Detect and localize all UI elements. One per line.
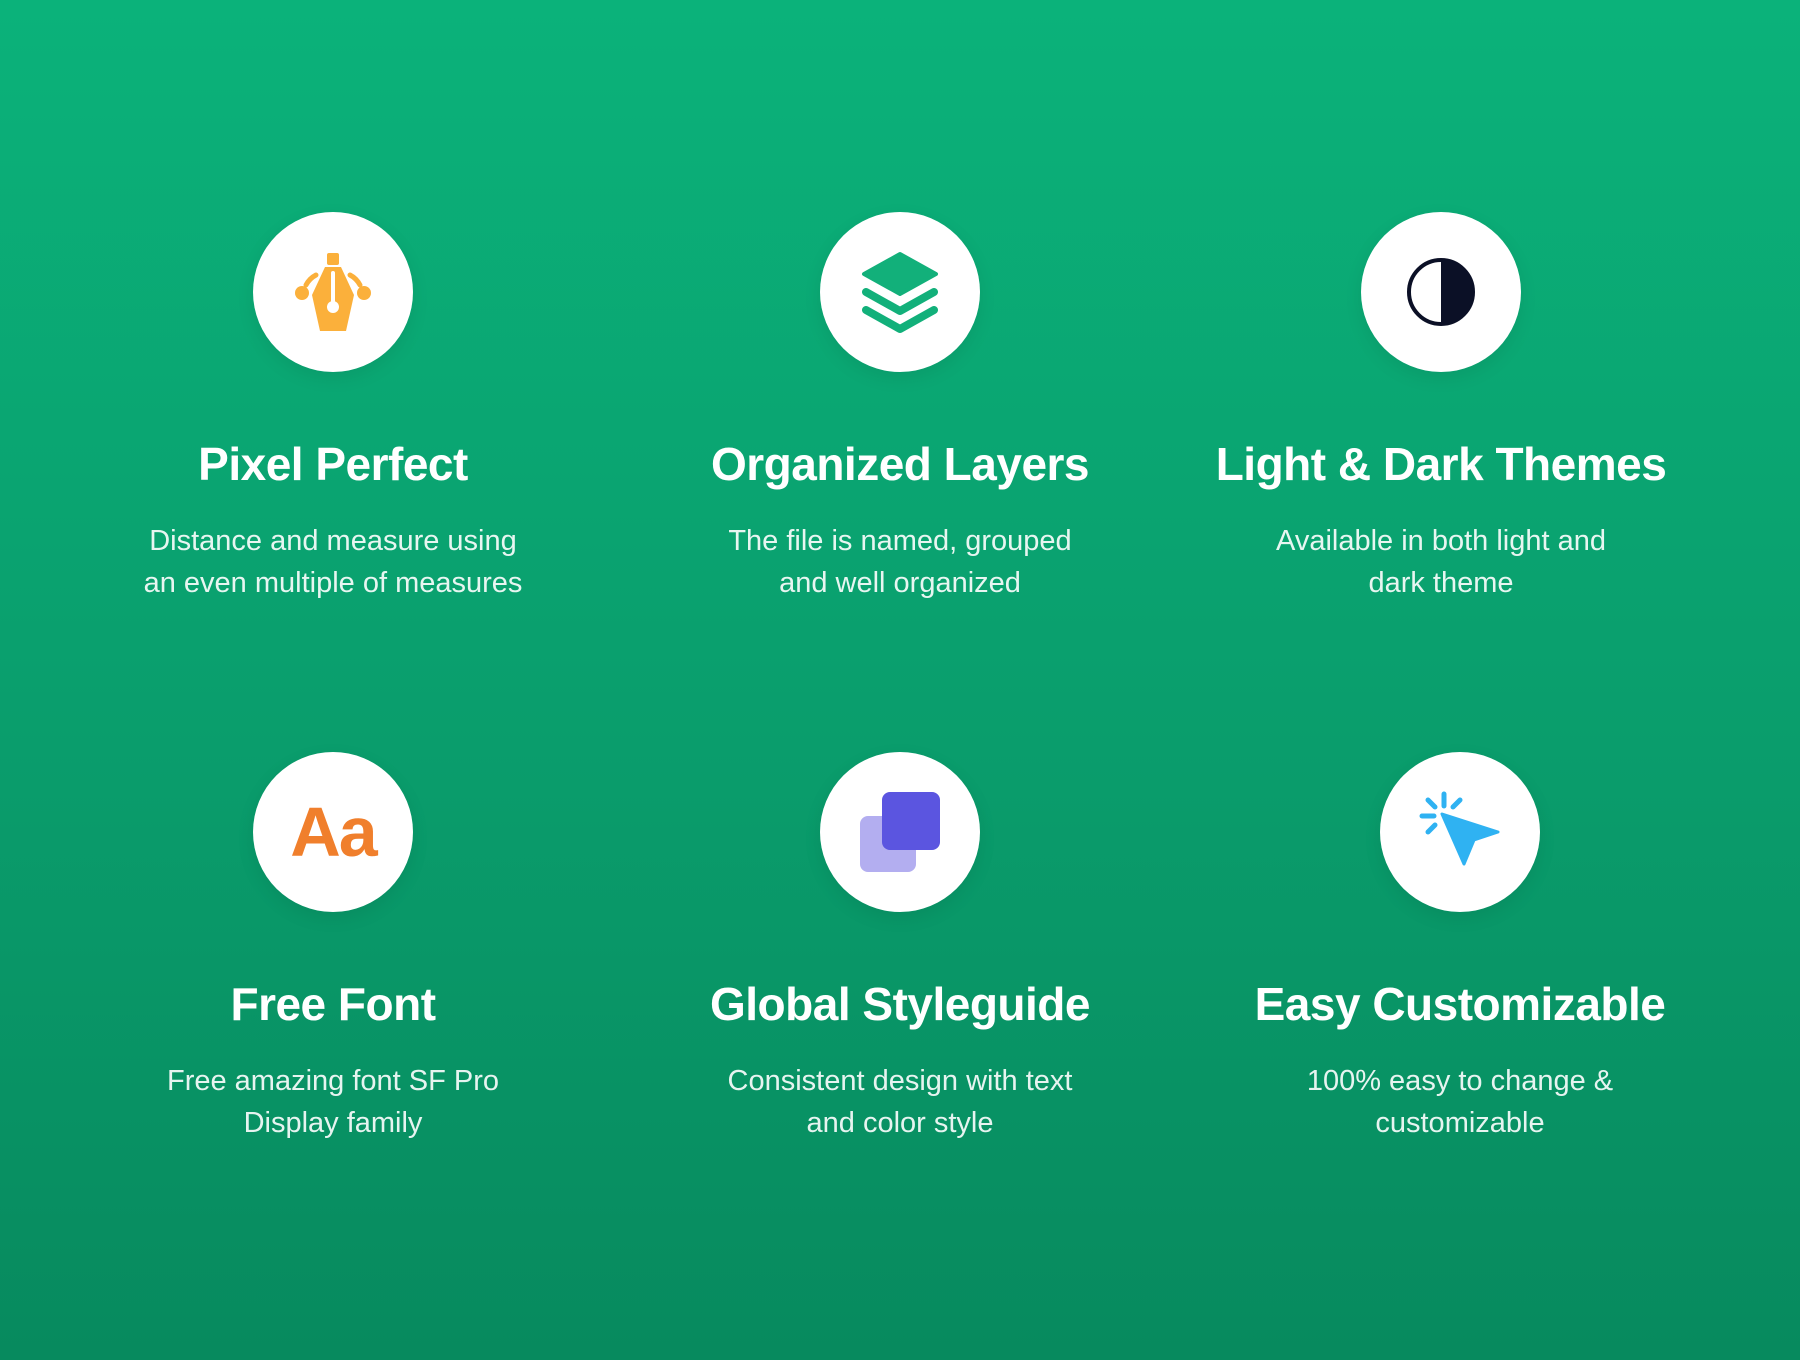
- cursor-click-icon: [1419, 791, 1500, 866]
- feature-description-line: and well organized: [779, 567, 1021, 599]
- feature-free-font: Aa Free Font Free amazing font SF Pro Di…: [53, 752, 613, 1144]
- feature-organized-layers: Organized Layers The file is named, grou…: [620, 212, 1180, 604]
- feature-title: Organized Layers: [710, 438, 1090, 490]
- feature-description: Available in both light and dark theme: [1231, 520, 1651, 604]
- feature-title: Light & Dark Themes: [1215, 438, 1667, 490]
- feature-pixel-perfect: Pixel Perfect Distance and measure using…: [53, 212, 613, 604]
- pen-tool-icon: [295, 253, 371, 331]
- icon-circle: [1361, 212, 1521, 372]
- feature-description-line: Display family: [243, 1107, 423, 1139]
- icon-circle: [820, 752, 980, 912]
- feature-description-line: Consistent design with text: [727, 1065, 1073, 1097]
- feature-title: Free Font: [230, 978, 436, 1030]
- feature-description-line: Available in both light and: [1276, 525, 1606, 557]
- feature-title: Global Styleguide: [709, 978, 1091, 1030]
- feature-description-line: The file is named, grouped: [728, 525, 1072, 557]
- icon-circle: [1380, 752, 1540, 912]
- feature-description-line: and color style: [806, 1107, 994, 1139]
- feature-description: Consistent design with text and color st…: [690, 1060, 1110, 1144]
- feature-description: The file is named, grouped and well orga…: [690, 520, 1110, 604]
- icon-circle: [820, 212, 980, 372]
- feature-description-line: Distance and measure using: [149, 525, 517, 557]
- feature-global-styleguide: Global Styleguide Consistent design with…: [620, 752, 1180, 1144]
- feature-description-line: dark theme: [1368, 567, 1514, 599]
- feature-title: Easy Customizable: [1254, 978, 1666, 1030]
- layers-icon: [862, 252, 938, 333]
- feature-description: Free amazing font SF Pro Display family: [123, 1060, 543, 1144]
- feature-description: 100% easy to change & customizable: [1250, 1060, 1670, 1144]
- font-icon: Aa: [290, 793, 377, 871]
- feature-description-line: Free amazing font SF Pro: [166, 1065, 500, 1097]
- feature-description-line: 100% easy to change &: [1306, 1065, 1614, 1097]
- feature-light-dark-themes: Light & Dark Themes Available in both li…: [1161, 212, 1721, 604]
- icon-circle: [253, 212, 413, 372]
- feature-description-line: an even multiple of measures: [143, 567, 523, 599]
- feature-title: Pixel Perfect: [198, 438, 468, 490]
- icon-circle: Aa: [253, 752, 413, 912]
- feature-easy-customizable: Easy Customizable 100% easy to change & …: [1180, 752, 1740, 1144]
- feature-description: Distance and measure using an even multi…: [123, 520, 543, 604]
- styleguide-squares-icon: [860, 792, 940, 872]
- half-circle-theme-icon: [1407, 258, 1475, 326]
- feature-description-line: customizable: [1375, 1107, 1545, 1139]
